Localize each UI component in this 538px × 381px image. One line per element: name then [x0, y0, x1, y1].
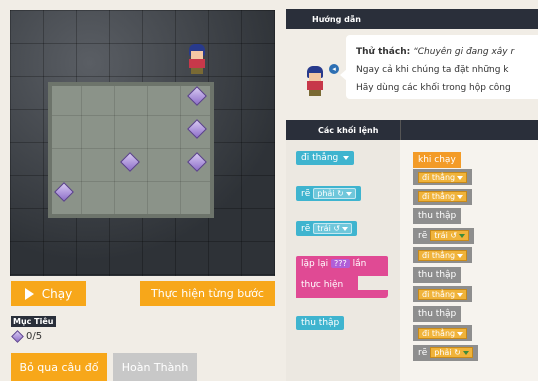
guide-avatar [304, 66, 326, 96]
program-block-label: thu thập [418, 269, 457, 280]
challenge-label: Thử thách: [356, 47, 411, 57]
toolbox-collect-block[interactable]: thu thập [296, 316, 345, 330]
game-board [10, 10, 275, 276]
skip-puzzle-button[interactable]: Bỏ qua câu đố [11, 353, 107, 381]
program-block-label: thu thập [418, 308, 457, 319]
program-block-label: đi thẳng [418, 191, 468, 202]
player-character [186, 44, 208, 74]
instruction-line: Hãy dùng các khối trong hộp công [356, 83, 511, 93]
program-block-label: thu thập [418, 211, 457, 221]
instructions-header: Hướng dẫn [286, 9, 538, 29]
instructions-panel: ◂ Thử thách: “Chuyên gi đang xây r Ngay … [286, 29, 538, 111]
direction-dropdown[interactable]: trái ↺ [430, 230, 470, 241]
when-run-block[interactable]: khi chạy [413, 152, 461, 168]
game-floor [48, 82, 214, 218]
program-block[interactable]: đi thẳng [413, 169, 473, 185]
toolbox-turn-right-block[interactable]: rẽ phải ↻ [296, 186, 361, 201]
program-block-label: đi thẳng [418, 327, 468, 339]
program-block[interactable]: thu thập [413, 305, 462, 322]
direction-dropdown[interactable]: phải ↻ [313, 188, 356, 199]
dropdown-arrow-icon [343, 156, 350, 160]
toolbox-repeat-block[interactable]: lặp lại ??? lần thực hiện [296, 256, 388, 298]
direction-dropdown[interactable]: trái ↺ [313, 223, 353, 234]
gem-icon [11, 330, 24, 343]
program-block[interactable]: đi thẳng [413, 247, 473, 263]
program-block[interactable]: rẽ phải ↻ [413, 344, 478, 361]
program-block-label: rẽ [418, 347, 428, 358]
program-block[interactable]: đi thẳng [413, 286, 473, 302]
speaker-icon[interactable]: ◂ [329, 64, 339, 74]
repeat-count-input[interactable]: ??? [330, 259, 350, 268]
instruction-line: Ngay cả khi chúng ta đặt những k [356, 65, 509, 75]
program-block[interactable]: rẽ trái ↺ [413, 227, 475, 244]
program-block-label: đi thẳng [418, 171, 468, 183]
program-block-label: đi thẳng [418, 249, 468, 261]
program-block[interactable]: đi thẳng [413, 188, 473, 205]
play-icon [24, 287, 34, 300]
instruction-bubble: Thử thách: “Chuyên gi đang xây r Ngay cả… [346, 35, 538, 99]
program-block[interactable]: thu thập [413, 266, 462, 283]
program-block-label: rẽ [418, 230, 428, 241]
toolbox-turn-left-block[interactable]: rẽ trái ↺ [296, 221, 358, 236]
program-block-label: đi thẳng [418, 288, 468, 300]
run-label: Chạy [41, 286, 73, 301]
direction-dropdown[interactable]: phải ↻ [430, 347, 473, 358]
toolbox-move-forward-block[interactable]: đi thẳng [296, 151, 355, 165]
blocks-header: Các khối lệnh [286, 120, 538, 140]
step-button[interactable]: Thực hiện từng bước [140, 281, 275, 306]
finish-button[interactable]: Hoàn Thành [113, 353, 197, 381]
goal-title: Mục Tiêu [11, 316, 56, 327]
challenge-text: “Chuyên gi đang xây r [413, 47, 515, 57]
program-block[interactable]: đi thẳng [413, 325, 473, 341]
program-block[interactable]: thu thập [413, 208, 462, 224]
goal-progress: 0/5 [11, 330, 43, 343]
goal-count: 0/5 [26, 331, 43, 342]
run-button[interactable]: Chạy [11, 281, 86, 306]
